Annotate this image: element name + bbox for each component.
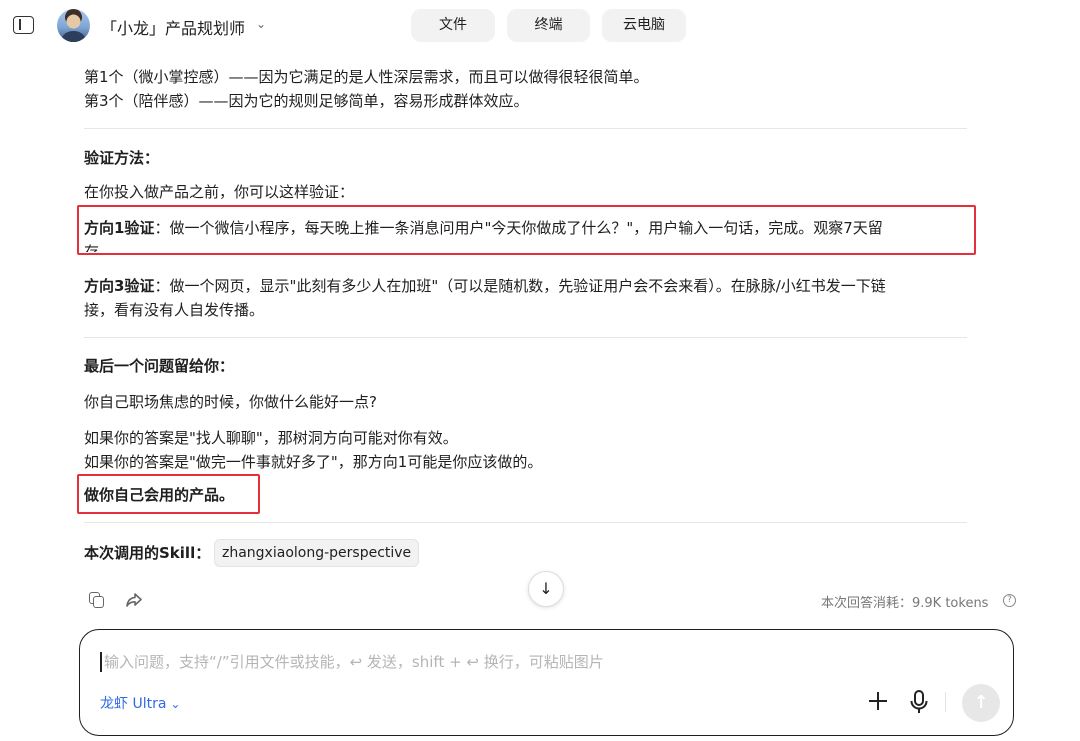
highlight-box-conclusion — [77, 474, 260, 514]
tab-cloud-computer[interactable]: 云电脑 — [602, 9, 686, 42]
separator — [945, 692, 946, 712]
validation-heading: 验证方法： — [84, 149, 160, 167]
highlight-box-direction1 — [77, 205, 976, 255]
model-name: 龙虾 Ultra — [100, 696, 167, 712]
send-arrow-icon: ↑ — [973, 692, 989, 713]
copy-icon[interactable] — [89, 592, 105, 609]
share-icon[interactable] — [124, 590, 144, 610]
scroll-down-button[interactable]: ↓ — [528, 571, 564, 607]
top-header: 「小龙」产品规划师 ⌄ 文件 终端 云电脑 — [0, 0, 1080, 52]
plus-icon[interactable] — [866, 689, 890, 713]
divider — [84, 337, 967, 338]
answer-line: 如果你的答案是"找人聊聊"，那树洞方向可能对你有效。 — [84, 429, 458, 447]
answer-line: 如果你的答案是"做完一件事就好多了"，那方向1可能是你应该做的。 — [84, 453, 543, 471]
model-selector[interactable]: 龙虾 Ultra ⌄ — [100, 693, 180, 713]
microphone-icon[interactable] — [907, 689, 931, 715]
assistant-name[interactable]: 「小龙」产品规划师 — [101, 15, 245, 39]
send-button[interactable]: ↑ — [962, 684, 1000, 722]
chevron-down-icon: ⌄ — [170, 697, 181, 711]
divider — [84, 128, 967, 129]
skill-tag[interactable]: zhangxiaolong-perspective — [214, 539, 420, 567]
text-caret — [100, 652, 102, 672]
arrow-down-icon: ↓ — [539, 579, 553, 598]
sidebar-toggle-icon[interactable] — [13, 16, 34, 34]
tab-files[interactable]: 文件 — [411, 9, 495, 42]
validation-intro: 在你投入做产品之前，你可以这样验证： — [84, 183, 355, 201]
message-line: 第3个（陪伴感）——因为它的规则足够简单，容易形成群体效应。 — [84, 92, 529, 110]
message-line: 第1个（微小掌控感）——因为它满足的是人性深层需求，而且可以做得很轻很简单。 — [84, 68, 649, 86]
token-usage: 本次回答消耗：9.9K tokens — [821, 596, 989, 611]
direction3-text: ：做一个网页，显示"此刻有多少人在加班"（可以是随机数，先验证用户会不会来看）。… — [154, 277, 886, 295]
direction3-validation: 方向3验证：做一个网页，显示"此刻有多少人在加班"（可以是随机数，先验证用户会不… — [84, 274, 886, 298]
chat-input-placeholder[interactable]: 输入问题，支持“/”引用文件或技能，↩ 发送，shift + ↩ 换行，可粘贴图… — [104, 652, 604, 672]
chevron-down-icon[interactable]: ⌄ — [256, 17, 266, 31]
last-question-heading: 最后一个问题留给你： — [84, 357, 235, 375]
question-text: 你自己职场焦虑的时候，你做什么能好一点? — [84, 393, 377, 411]
direction3-label: 方向3验证 — [84, 277, 155, 295]
chat-input-box[interactable]: 输入问题，支持“/”引用文件或技能，↩ 发送，shift + ↩ 换行，可粘贴图… — [79, 629, 1014, 736]
skill-label: 本次调用的Skill： — [84, 544, 211, 562]
assistant-avatar[interactable] — [57, 9, 90, 42]
tab-terminal[interactable]: 终端 — [507, 9, 590, 42]
direction3-text-continued: 接，看有没有人自发传播。 — [84, 301, 265, 319]
divider — [84, 522, 967, 523]
help-icon[interactable]: ? — [1003, 594, 1016, 607]
